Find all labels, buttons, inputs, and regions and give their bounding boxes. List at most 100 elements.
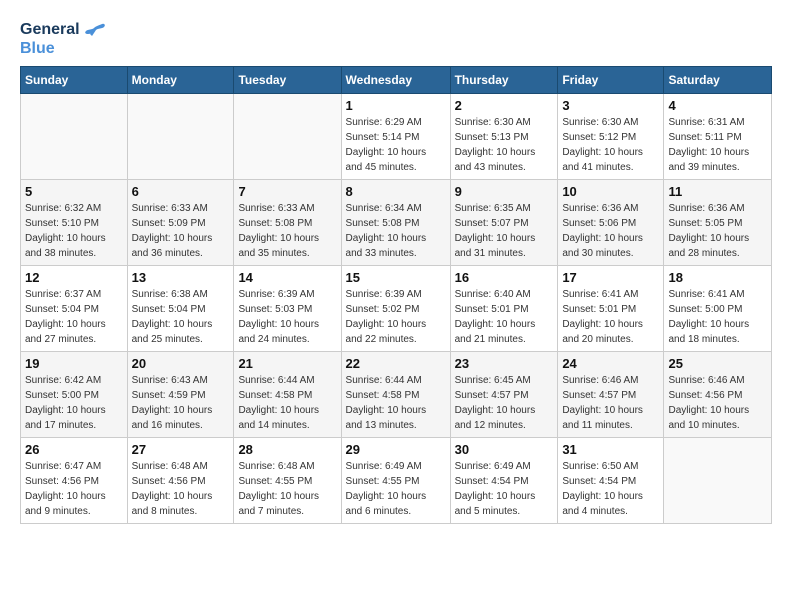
- calendar-cell: 25 Sunrise: 6:46 AMSunset: 4:56 PMDayligh…: [664, 352, 772, 438]
- day-number: 15: [346, 270, 446, 285]
- day-info: Sunrise: 6:32 AMSunset: 5:10 PMDaylight:…: [25, 201, 123, 261]
- day-number: 1: [346, 98, 446, 113]
- day-number: 27: [132, 442, 230, 457]
- day-number: 9: [455, 184, 554, 199]
- calendar-table: SundayMondayTuesdayWednesdayThursdayFrid…: [20, 66, 772, 524]
- calendar-week-row: 26 Sunrise: 6:47 AMSunset: 4:56 PMDayligh…: [21, 438, 772, 524]
- day-number: 20: [132, 356, 230, 371]
- day-number: 23: [455, 356, 554, 371]
- calendar-cell: 30 Sunrise: 6:49 AMSunset: 4:54 PMDayligh…: [450, 438, 558, 524]
- day-info: Sunrise: 6:34 AMSunset: 5:08 PMDaylight:…: [346, 201, 446, 261]
- day-info: Sunrise: 6:39 AMSunset: 5:02 PMDaylight:…: [346, 287, 446, 347]
- calendar-week-row: 1 Sunrise: 6:29 AMSunset: 5:14 PMDaylight…: [21, 94, 772, 180]
- calendar-cell: [664, 438, 772, 524]
- day-number: 12: [25, 270, 123, 285]
- day-number: 4: [668, 98, 767, 113]
- calendar-cell: 21Sunrise: 6:44 AMSunset: 4:58 PMDayligh…: [234, 352, 341, 438]
- calendar-cell: 10Sunrise: 6:36 AMSunset: 5:06 PMDayligh…: [558, 180, 664, 266]
- calendar-cell: 20 Sunrise: 6:43 AMSunset: 4:59 PMDayligh…: [127, 352, 234, 438]
- calendar-header-tuesday: Tuesday: [234, 67, 341, 94]
- day-info: Sunrise: 6:49 AMSunset: 4:54 PMDaylight:…: [455, 459, 554, 519]
- day-info: Sunrise: 6:40 AMSunset: 5:01 PMDaylight:…: [455, 287, 554, 347]
- day-number: 28: [238, 442, 336, 457]
- day-info: Sunrise: 6:46 AMSunset: 4:56 PMDaylight:…: [668, 373, 767, 433]
- calendar-cell: [21, 94, 128, 180]
- day-number: 26: [25, 442, 123, 457]
- day-number: 25: [668, 356, 767, 371]
- calendar-header-monday: Monday: [127, 67, 234, 94]
- calendar-cell: 2Sunrise: 6:30 AMSunset: 5:13 PMDaylight…: [450, 94, 558, 180]
- calendar-header-thursday: Thursday: [450, 67, 558, 94]
- day-info: Sunrise: 6:48 AMSunset: 4:55 PMDaylight:…: [238, 459, 336, 519]
- calendar-week-row: 12 Sunrise: 6:37 AMSunset: 5:04 PMDayligh…: [21, 266, 772, 352]
- day-info: Sunrise: 6:45 AMSunset: 4:57 PMDaylight:…: [455, 373, 554, 433]
- day-info: Sunrise: 6:33 AMSunset: 5:08 PMDaylight:…: [238, 201, 336, 261]
- calendar-week-row: 19Sunrise: 6:42 AMSunset: 5:00 PMDayligh…: [21, 352, 772, 438]
- calendar-week-row: 5 Sunrise: 6:32 AMSunset: 5:10 PMDaylight…: [21, 180, 772, 266]
- calendar-cell: 5 Sunrise: 6:32 AMSunset: 5:10 PMDaylight…: [21, 180, 128, 266]
- day-number: 11: [668, 184, 767, 199]
- calendar-header-wednesday: Wednesday: [341, 67, 450, 94]
- day-number: 30: [455, 442, 554, 457]
- calendar-cell: 24 Sunrise: 6:46 AMSunset: 4:57 PMDayligh…: [558, 352, 664, 438]
- calendar-cell: 27 Sunrise: 6:48 AMSunset: 4:56 PMDayligh…: [127, 438, 234, 524]
- day-info: Sunrise: 6:46 AMSunset: 4:57 PMDaylight:…: [562, 373, 659, 433]
- calendar-cell: 6 Sunrise: 6:33 AMSunset: 5:09 PMDaylight…: [127, 180, 234, 266]
- calendar-cell: 16Sunrise: 6:40 AMSunset: 5:01 PMDayligh…: [450, 266, 558, 352]
- day-number: 13: [132, 270, 230, 285]
- day-number: 17: [562, 270, 659, 285]
- calendar-header-sunday: Sunday: [21, 67, 128, 94]
- bird-icon: [82, 22, 106, 40]
- calendar-cell: 8 Sunrise: 6:34 AMSunset: 5:08 PMDaylight…: [341, 180, 450, 266]
- calendar-cell: 26 Sunrise: 6:47 AMSunset: 4:56 PMDayligh…: [21, 438, 128, 524]
- page-header: General Blue: [20, 20, 772, 58]
- day-info: Sunrise: 6:38 AMSunset: 5:04 PMDaylight:…: [132, 287, 230, 347]
- calendar-cell: 31Sunrise: 6:50 AMSunset: 4:54 PMDayligh…: [558, 438, 664, 524]
- day-number: 5: [25, 184, 123, 199]
- day-number: 2: [455, 98, 554, 113]
- day-number: 10: [562, 184, 659, 199]
- day-info: Sunrise: 6:47 AMSunset: 4:56 PMDaylight:…: [25, 459, 123, 519]
- calendar-cell: [127, 94, 234, 180]
- day-info: Sunrise: 6:36 AMSunset: 5:05 PMDaylight:…: [668, 201, 767, 261]
- day-info: Sunrise: 6:35 AMSunset: 5:07 PMDaylight:…: [455, 201, 554, 261]
- calendar-cell: [234, 94, 341, 180]
- day-number: 24: [562, 356, 659, 371]
- calendar-cell: 12 Sunrise: 6:37 AMSunset: 5:04 PMDayligh…: [21, 266, 128, 352]
- calendar-cell: 1 Sunrise: 6:29 AMSunset: 5:14 PMDaylight…: [341, 94, 450, 180]
- day-info: Sunrise: 6:48 AMSunset: 4:56 PMDaylight:…: [132, 459, 230, 519]
- calendar-cell: 28 Sunrise: 6:48 AMSunset: 4:55 PMDayligh…: [234, 438, 341, 524]
- day-info: Sunrise: 6:33 AMSunset: 5:09 PMDaylight:…: [132, 201, 230, 261]
- calendar-cell: 4 Sunrise: 6:31 AMSunset: 5:11 PMDaylight…: [664, 94, 772, 180]
- day-info: Sunrise: 6:41 AMSunset: 5:00 PMDaylight:…: [668, 287, 767, 347]
- calendar-cell: 18 Sunrise: 6:41 AMSunset: 5:00 PMDayligh…: [664, 266, 772, 352]
- day-info: Sunrise: 6:41 AMSunset: 5:01 PMDaylight:…: [562, 287, 659, 347]
- day-number: 29: [346, 442, 446, 457]
- day-number: 3: [562, 98, 659, 113]
- day-number: 19: [25, 356, 123, 371]
- day-number: 14: [238, 270, 336, 285]
- day-number: 6: [132, 184, 230, 199]
- day-info: Sunrise: 6:44 AMSunset: 4:58 PMDaylight:…: [238, 373, 336, 433]
- day-info: Sunrise: 6:30 AMSunset: 5:12 PMDaylight:…: [562, 115, 659, 175]
- calendar-cell: 13 Sunrise: 6:38 AMSunset: 5:04 PMDayligh…: [127, 266, 234, 352]
- day-info: Sunrise: 6:31 AMSunset: 5:11 PMDaylight:…: [668, 115, 767, 175]
- day-info: Sunrise: 6:43 AMSunset: 4:59 PMDaylight:…: [132, 373, 230, 433]
- calendar-cell: 15 Sunrise: 6:39 AMSunset: 5:02 PMDayligh…: [341, 266, 450, 352]
- calendar-cell: 29 Sunrise: 6:49 AMSunset: 4:55 PMDayligh…: [341, 438, 450, 524]
- day-number: 22: [346, 356, 446, 371]
- calendar-cell: 23 Sunrise: 6:45 AMSunset: 4:57 PMDayligh…: [450, 352, 558, 438]
- calendar-cell: 3 Sunrise: 6:30 AMSunset: 5:12 PMDaylight…: [558, 94, 664, 180]
- day-number: 18: [668, 270, 767, 285]
- day-number: 8: [346, 184, 446, 199]
- day-number: 7: [238, 184, 336, 199]
- day-number: 31: [562, 442, 659, 457]
- calendar-header-saturday: Saturday: [664, 67, 772, 94]
- day-info: Sunrise: 6:37 AMSunset: 5:04 PMDaylight:…: [25, 287, 123, 347]
- calendar-header-friday: Friday: [558, 67, 664, 94]
- day-info: Sunrise: 6:39 AMSunset: 5:03 PMDaylight:…: [238, 287, 336, 347]
- day-info: Sunrise: 6:49 AMSunset: 4:55 PMDaylight:…: [346, 459, 446, 519]
- logo: General Blue: [20, 20, 106, 58]
- calendar-cell: 22Sunrise: 6:44 AMSunset: 4:58 PMDayligh…: [341, 352, 450, 438]
- day-info: Sunrise: 6:29 AMSunset: 5:14 PMDaylight:…: [346, 115, 446, 175]
